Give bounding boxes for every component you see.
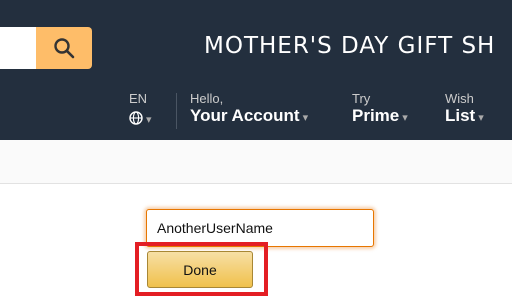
account-menu[interactable]: Hello, Your Account ▾ <box>190 92 308 128</box>
account-greeting: Hello, <box>190 91 224 106</box>
search-icon <box>54 38 75 59</box>
wishlist-label: List <box>445 106 476 125</box>
promo-banner[interactable]: MOTHER'S DAY GIFT SH <box>204 33 495 59</box>
chevron-down-icon: ▾ <box>302 112 309 124</box>
globe-icon <box>129 111 143 125</box>
account-label: Your Account <box>190 106 300 125</box>
language-selector[interactable]: EN ▾ <box>129 92 152 130</box>
prime-menu[interactable]: Try Prime ▾ <box>352 92 408 128</box>
sub-header-bar <box>0 140 512 184</box>
top-nav-bar: MOTHER'S DAY GIFT SH EN ▾ Hello, Your Ac… <box>0 0 512 140</box>
language-code: EN <box>129 91 148 106</box>
search-input[interactable] <box>0 27 36 69</box>
prime-try: Try <box>352 91 371 106</box>
nav-divider <box>176 93 177 129</box>
chevron-down-icon: ▾ <box>478 112 484 124</box>
prime-label: Prime <box>352 106 400 125</box>
chevron-down-icon: ▾ <box>146 114 152 126</box>
wishlist-menu[interactable]: Wish List ▾ <box>445 92 484 128</box>
wishlist-line1: Wish <box>445 91 474 106</box>
highlight-annotation <box>135 242 268 296</box>
chevron-down-icon: ▾ <box>402 112 408 124</box>
search-button[interactable] <box>36 27 92 69</box>
